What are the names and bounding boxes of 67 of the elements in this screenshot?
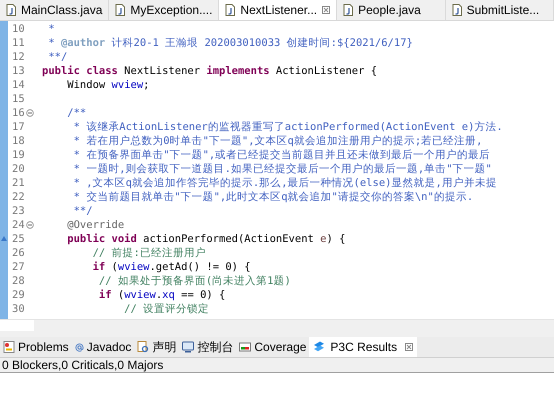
line-number: 22 <box>12 190 26 204</box>
code-line: * <box>47 22 55 36</box>
code-line: * ,文本区q就会追加作答完毕的提示.那么,最后一种情况(else)显然就是,用户并未提 <box>72 176 497 190</box>
line-number: 16 <box>12 106 26 120</box>
code-line: /** <box>66 106 86 120</box>
code-line: Window wview; <box>66 78 150 92</box>
code-line: **/ <box>47 50 68 64</box>
line-number: 25 <box>12 232 26 246</box>
line-number: 10 <box>12 22 26 36</box>
code-line: * 一题时,则会获取下一道题目.如果已经提交最后一个用户的最后一题,单击"下一题" <box>72 162 492 176</box>
at-sign-icon <box>74 342 84 352</box>
line-number: 28 <box>12 274 26 288</box>
code-line: * @author 计科20-1 王瀚垠 202003010033 创建时间:${2021/6/17} <box>47 36 413 50</box>
java-file-icon <box>115 4 126 16</box>
code-line: if (wview.getAd() != 0) { <box>92 260 251 274</box>
fold-toggle-icon[interactable] <box>26 109 34 117</box>
line-number: 24 <box>12 218 26 232</box>
code-line: * 若在用户总数为0时单击"下一题",文本区q就会追加注册用户的提示;若已经注册, <box>72 134 483 148</box>
line-number: 12 <box>12 50 26 64</box>
line-number: 23 <box>12 204 26 218</box>
coverage-icon <box>239 341 252 353</box>
line-number: 27 <box>12 260 26 274</box>
java-file-icon <box>343 4 354 16</box>
code-line: public void actionPerformed(ActionEvent e) { <box>66 232 346 246</box>
editor-tab[interactable]: SubmitListe... <box>446 0 554 20</box>
java-file-icon <box>452 4 462 16</box>
line-number: 18 <box>12 134 26 148</box>
code-line: public class NextListener implements ActionListener { <box>42 64 378 78</box>
close-icon[interactable] <box>322 6 330 14</box>
editor-tab[interactable]: NextListener... <box>219 0 338 20</box>
code-line: **/ <box>72 204 93 218</box>
panel-tab[interactable]: 声明 <box>134 337 180 357</box>
horizontal-scrollbar[interactable] <box>0 319 554 331</box>
line-number: 15 <box>12 92 26 106</box>
panel-tab[interactable]: Javadoc <box>72 337 134 357</box>
panel-tab[interactable]: Coverage <box>236 337 310 357</box>
line-number: 19 <box>12 148 26 162</box>
java-file-icon <box>225 4 236 16</box>
close-icon[interactable] <box>405 343 414 351</box>
code-line: // 设置评分锁定 <box>123 302 210 316</box>
panel-tab[interactable]: P3C Results <box>309 337 418 357</box>
line-number: 29 <box>12 288 26 302</box>
monitor-icon <box>182 341 194 353</box>
line-number: 11 <box>12 36 26 50</box>
code-line: * 交当前题目就单击"下一题",此时文本区q就会追加"请提交你的答案\n"的提示. <box>72 190 474 204</box>
code-line: * 该继承ActionListener的监视器重写了actionPerformed(ActionEvent e)方法. <box>72 120 503 134</box>
code-line: // 前提:已经注册用户 <box>92 246 206 260</box>
fold-toggle-icon[interactable] <box>26 221 34 229</box>
declaration-icon <box>137 341 150 353</box>
code-line: if (wview.xq == 0) { <box>98 288 226 302</box>
results-summary: 0 Blockers,0 Criticals,0 Majors <box>0 358 554 373</box>
panel-tab[interactable]: 控制台 <box>179 337 236 357</box>
line-number: 26 <box>12 246 26 260</box>
line-number: 20 <box>12 162 26 176</box>
layers-icon <box>313 341 326 353</box>
line-number: 13 <box>12 64 26 78</box>
override-marker-icon <box>1 236 7 241</box>
code-line: // 如果处于预备界面(尚未进入第1题) <box>98 274 291 288</box>
problems-icon <box>3 341 15 353</box>
line-number: 21 <box>12 176 26 190</box>
panel-tab[interactable]: Problems <box>0 337 72 357</box>
code-line: * 在预备界面单击"下一题",或者已经提交当前题目并且还未做到最后一个用户的最后 <box>72 148 490 162</box>
line-number: 14 <box>12 78 26 92</box>
code-line: @Override <box>66 218 124 232</box>
line-number: 17 <box>12 120 26 134</box>
java-file-icon <box>6 4 16 16</box>
line-number: 30 <box>12 302 26 316</box>
